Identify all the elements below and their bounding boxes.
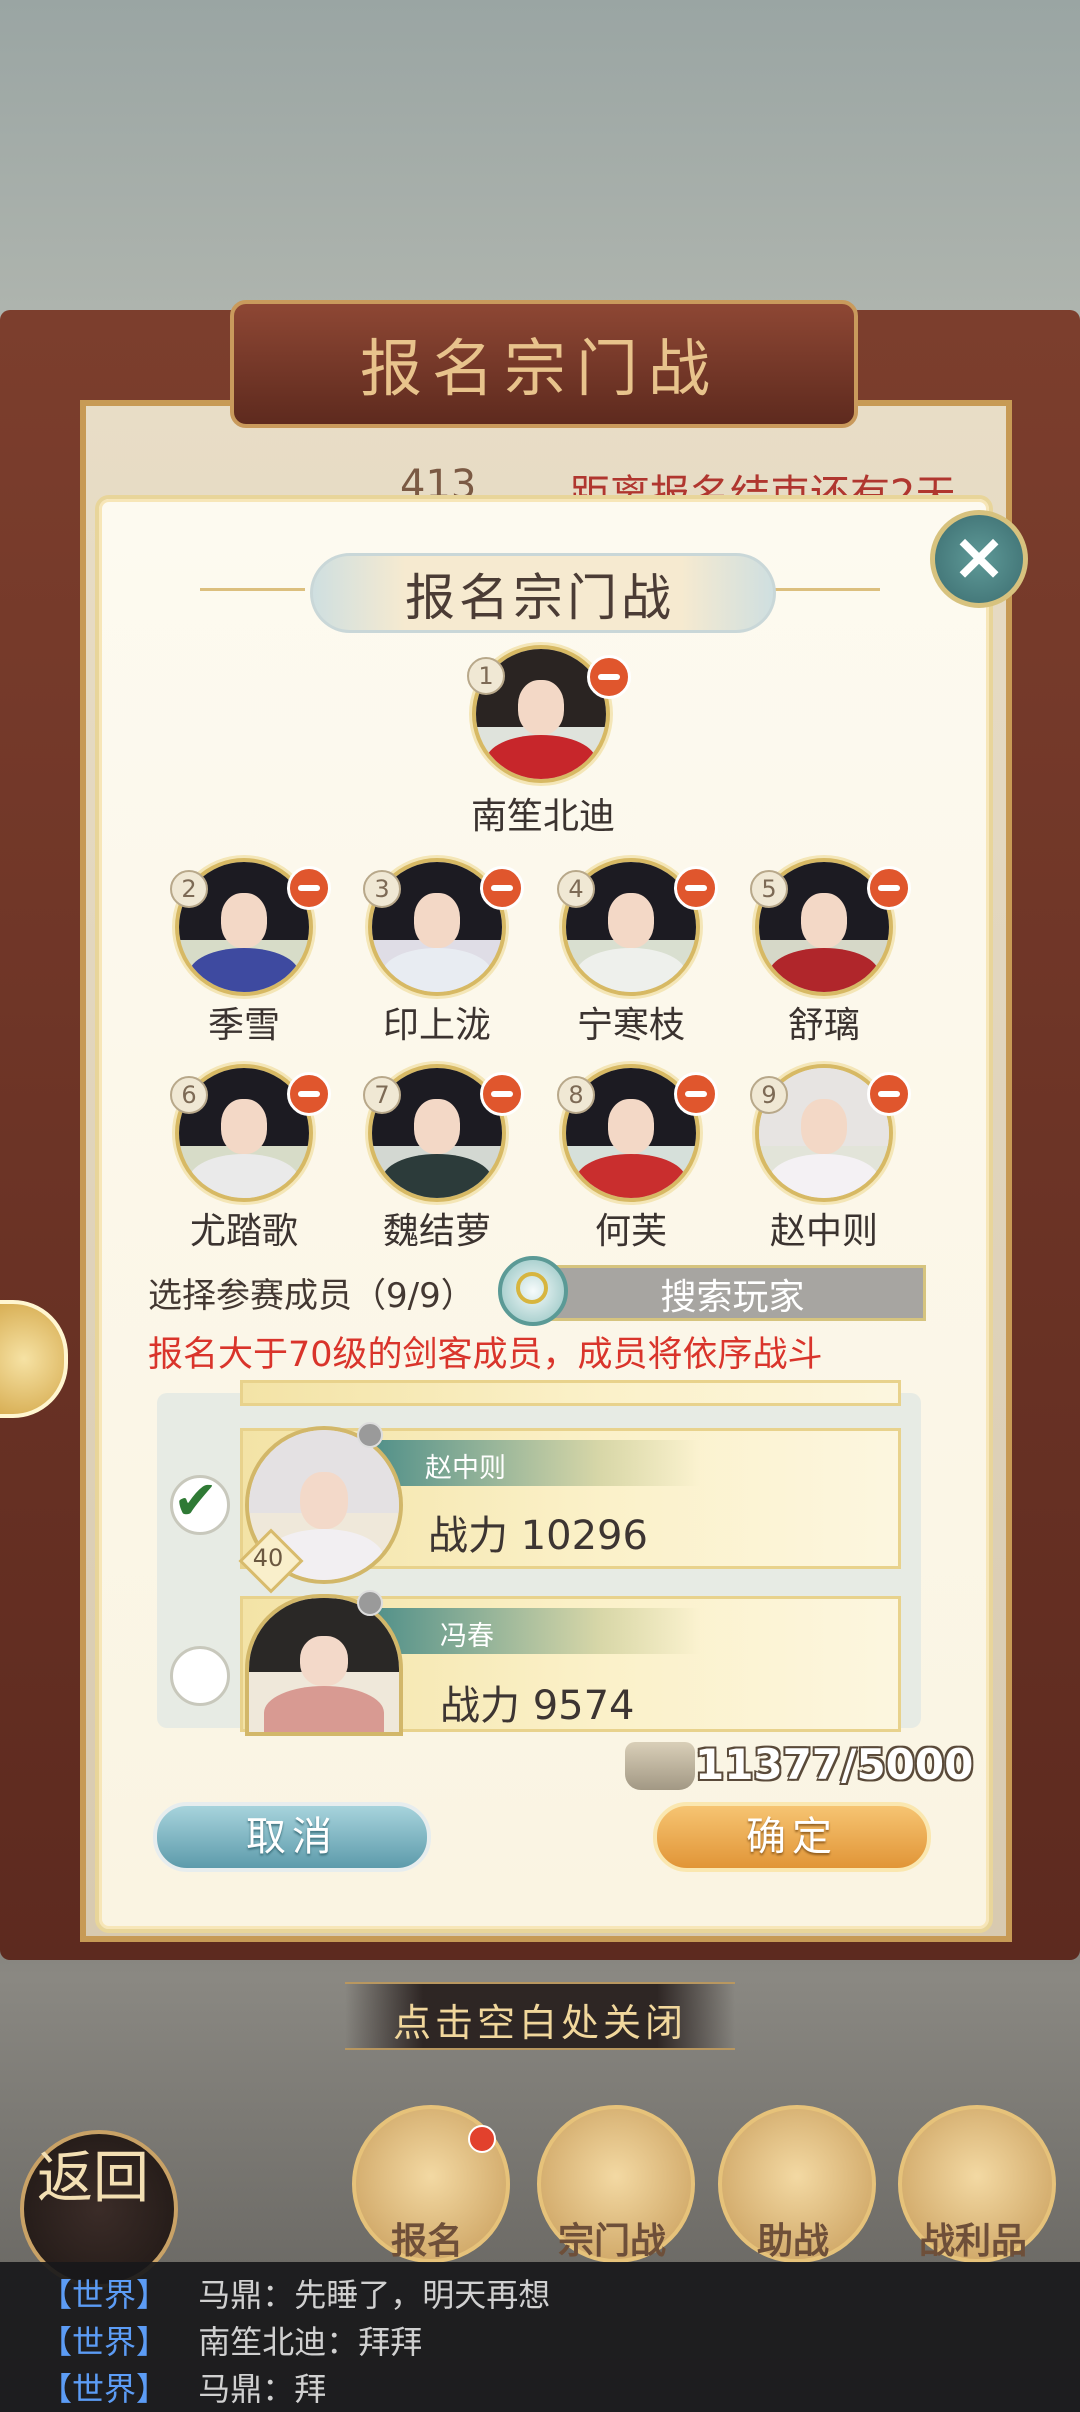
confirm-button[interactable]: 确定 bbox=[653, 1802, 931, 1872]
chat-text: 南笙北迪：拜拜 bbox=[198, 2323, 423, 2361]
name-tag bbox=[370, 1608, 700, 1654]
remove-member-icon[interactable] bbox=[587, 655, 631, 699]
remove-member-icon[interactable] bbox=[287, 1072, 331, 1116]
nav-loot-label: 战利品 bbox=[918, 2220, 1027, 2262]
signup-hint: 报名大于70级的剑客成员，成员将依序战斗 bbox=[148, 1335, 823, 1375]
remove-member-icon[interactable] bbox=[867, 1072, 911, 1116]
slot-number: 3 bbox=[363, 870, 401, 908]
chat-line: 【世界】 南笙北迪：拜拜 bbox=[40, 2317, 422, 2363]
remove-member-icon[interactable] bbox=[480, 1072, 524, 1116]
nav-sect-war-label: 宗门战 bbox=[557, 2220, 666, 2262]
remove-member-icon[interactable] bbox=[674, 866, 718, 910]
avatar bbox=[245, 1594, 403, 1736]
candidate-power: 战力 9574 bbox=[440, 1683, 635, 1729]
background-title: 报名宗门战 bbox=[359, 332, 720, 405]
member-name: 南笙北迪 bbox=[470, 796, 615, 837]
checkbox-unchecked[interactable] bbox=[170, 1646, 230, 1706]
nav-signup-label: 报名 bbox=[390, 2220, 463, 2262]
member-name: 赵中则 bbox=[769, 1211, 878, 1252]
chat-line: 【世界】 马鼎：先睡了，明天再想 bbox=[40, 2270, 550, 2316]
chat-channel: 【世界】 bbox=[40, 2370, 169, 2408]
silver-ingot-icon bbox=[625, 1742, 695, 1790]
member-name: 印上泷 bbox=[382, 1005, 491, 1046]
title-decoration-left bbox=[200, 588, 305, 591]
search-placeholder: 搜索玩家 bbox=[660, 1277, 805, 1318]
back-label: 返回 bbox=[37, 2146, 149, 2211]
slot-number: 8 bbox=[557, 1076, 595, 1114]
list-item-partial bbox=[240, 1380, 901, 1406]
member-name: 宁寒枝 bbox=[576, 1005, 685, 1046]
member-name: 舒璃 bbox=[787, 1005, 860, 1046]
status-dot bbox=[357, 1422, 383, 1448]
close-button[interactable]: × bbox=[930, 510, 1028, 608]
notification-dot bbox=[468, 2125, 496, 2153]
select-members-label: 选择参赛成员（9/9） bbox=[148, 1276, 475, 1316]
remove-member-icon[interactable] bbox=[480, 866, 524, 910]
chat-channel: 【世界】 bbox=[40, 2276, 169, 2314]
title-decoration-right bbox=[775, 588, 880, 591]
cancel-button[interactable]: 取消 bbox=[153, 1802, 431, 1872]
member-name: 尤踏歌 bbox=[189, 1211, 298, 1252]
slot-number: 5 bbox=[750, 870, 788, 908]
slot-number: 2 bbox=[170, 870, 208, 908]
candidate-name: 冯春 bbox=[440, 1621, 494, 1652]
close-hint: 点击空白处关闭 bbox=[392, 2001, 687, 2045]
remove-member-icon[interactable] bbox=[867, 866, 911, 910]
slot-number: 9 bbox=[750, 1076, 788, 1114]
slot-number: 1 bbox=[467, 657, 505, 695]
member-name: 何芙 bbox=[594, 1211, 667, 1252]
slot-number: 7 bbox=[363, 1076, 401, 1114]
name-tag bbox=[370, 1440, 700, 1486]
close-icon: × bbox=[951, 518, 1007, 595]
modal-title: 报名宗门战 bbox=[405, 569, 675, 627]
slot-number: 4 bbox=[557, 870, 595, 908]
status-dot bbox=[357, 1590, 383, 1616]
chat-text: 马鼎：先睡了，明天再想 bbox=[198, 2276, 551, 2314]
candidate-name: 赵中则 bbox=[425, 1453, 506, 1484]
chat-channel: 【世界】 bbox=[40, 2323, 169, 2361]
slot-number: 6 bbox=[170, 1076, 208, 1114]
remove-member-icon[interactable] bbox=[287, 866, 331, 910]
candidate-power: 战力 10296 bbox=[428, 1513, 648, 1559]
level-text: 40 bbox=[252, 1544, 284, 1572]
check-icon: ✔ bbox=[173, 1469, 219, 1532]
member-name: 魏结萝 bbox=[382, 1211, 491, 1252]
search-icon[interactable] bbox=[498, 1256, 568, 1326]
chat-line: 【世界】 马鼎：拜 bbox=[40, 2364, 326, 2410]
member-name: 季雪 bbox=[207, 1005, 280, 1046]
currency-count: 11377/5000 bbox=[695, 1740, 974, 1789]
chat-text: 马鼎：拜 bbox=[198, 2370, 327, 2408]
nav-assist-label: 助战 bbox=[756, 2220, 829, 2262]
remove-member-icon[interactable] bbox=[674, 1072, 718, 1116]
